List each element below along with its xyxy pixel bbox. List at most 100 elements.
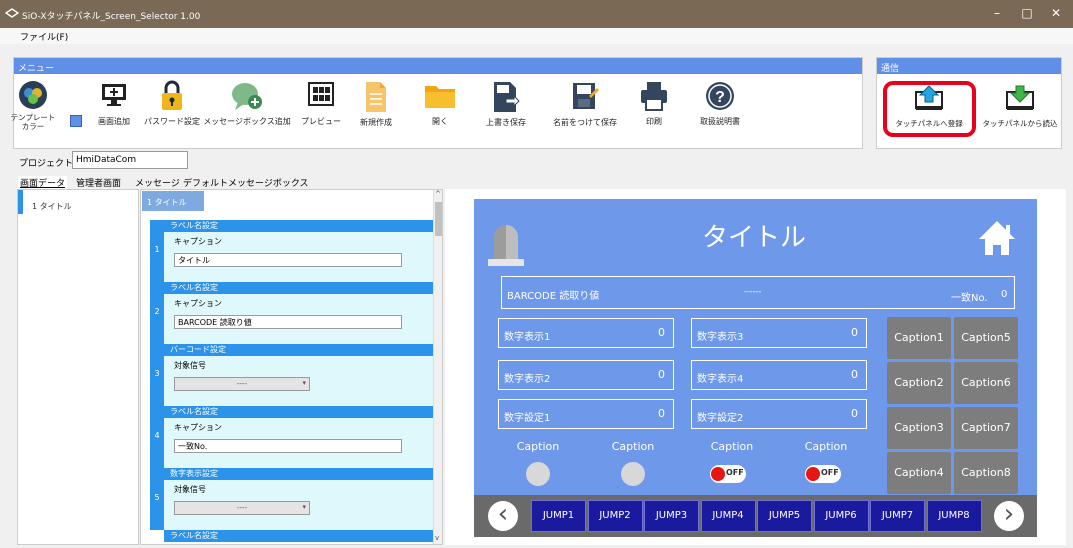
tab-admin-screen[interactable]: 管理者画面	[76, 176, 121, 189]
print-button[interactable]: 印刷	[628, 80, 680, 127]
message-add-icon	[230, 80, 264, 112]
save-as-button[interactable]: 名前をつけて保存	[548, 80, 622, 128]
jump-button-8[interactable]: JUMP8	[926, 500, 982, 532]
project-name-input[interactable]: HmiDataCom	[72, 151, 188, 169]
caption-button-3[interactable]: Caption2	[887, 362, 951, 404]
open-button[interactable]: 開く	[415, 80, 465, 127]
lamp-indicator-2	[621, 462, 645, 486]
upload-to-panel-button[interactable]: タッチパネルへ登録	[885, 84, 973, 129]
row-section-header: ラベル名設定	[164, 530, 433, 542]
row-number: 4	[150, 406, 164, 468]
folder-open-icon	[423, 80, 457, 112]
maximize-button[interactable]: □	[1012, 6, 1042, 20]
add-screen-label: 画面追加	[98, 117, 130, 126]
download-from-panel-button[interactable]: タッチパネルから読込	[975, 84, 1065, 129]
jump-button-7[interactable]: JUMP7	[870, 500, 925, 532]
caption-button-4[interactable]: Caption6	[954, 362, 1018, 404]
print-icon	[639, 80, 669, 112]
row-select[interactable]: ---- ▾	[174, 501, 310, 515]
row-select-value: ----	[236, 380, 248, 388]
number-value: 0	[851, 326, 858, 339]
new-button[interactable]: 新規作成	[346, 80, 406, 128]
scrollbar-thumb[interactable]	[435, 202, 442, 236]
jump-button-6[interactable]: JUMP6	[813, 500, 869, 532]
caption-label: Caption	[516, 440, 560, 453]
barcode-value: ------	[744, 287, 762, 296]
file-menu[interactable]: ファイル(F)	[20, 30, 68, 43]
caption-button-1[interactable]: Caption1	[887, 317, 951, 359]
preview-button[interactable]: プレビュー	[291, 80, 351, 127]
caption-button-5[interactable]: Caption3	[887, 407, 951, 449]
number-display: 数字表示1 0	[498, 318, 674, 348]
number-label: 数字設定2	[697, 413, 744, 424]
screen-list-item[interactable]: 1 タイトル	[32, 201, 72, 212]
new-file-icon	[364, 80, 388, 114]
password-button[interactable]: パスワード設定	[139, 80, 205, 127]
overwrite-save-button[interactable]: 上書き保存	[475, 80, 537, 128]
minimize-button[interactable]: –	[982, 6, 1012, 20]
title-bar: SiO-Xタッチパネル_Screen_Selector 1.00 – □ ✕	[0, 0, 1073, 28]
toggle-switch-2[interactable]: OFF	[805, 465, 841, 483]
print-label: 印刷	[646, 117, 662, 126]
jump-button-3[interactable]: JUMP3	[644, 500, 699, 532]
add-message-box-button[interactable]: メッセージボックス追加	[201, 80, 293, 127]
comm-group: 通信 タッチパネルへ登録 タッチパネルから読込	[876, 57, 1062, 149]
row-field-label: 対象信号	[174, 361, 206, 370]
scroll-up-icon[interactable]: ^	[435, 190, 441, 198]
prev-page-button[interactable]: ‹	[488, 501, 518, 531]
row-text-input[interactable]: タイトル	[174, 253, 402, 267]
template-color-swatch[interactable]	[70, 115, 82, 127]
tab-screen-data[interactable]: 画面データ	[18, 176, 68, 189]
save-as-label: 名前をつけて保存	[553, 118, 617, 127]
caption-label: Caption	[710, 440, 754, 453]
row-text-input[interactable]: BARCODE 読取り値	[174, 315, 402, 329]
template-color-label: テンプレート カラー	[10, 113, 56, 131]
row-field-label: 対象信号	[174, 485, 206, 494]
close-button[interactable]: ✕	[1041, 6, 1071, 20]
row-field-label: キャプション	[174, 423, 222, 432]
screen-list-selection-bar	[18, 190, 23, 214]
editor-row-block: 5 数字表示設定 対象信号 ---- ▾	[150, 468, 433, 530]
jump-button-4[interactable]: JUMP4	[700, 500, 756, 532]
barcode-display: BARCODE 読取り値 ------ 一致No. 0	[501, 276, 1015, 309]
jump-button-2[interactable]: JUMP2	[587, 500, 643, 532]
download-from-panel-label: タッチパネルから読込	[982, 119, 1058, 128]
tab-message[interactable]: メッセージ	[135, 176, 180, 189]
row-body: キャプション一致No.	[164, 418, 433, 468]
row-section-header: バーコード設定	[164, 344, 433, 356]
row-section-header: ラベル名設定	[164, 282, 433, 294]
toggle-switch-1[interactable]: OFF	[710, 465, 746, 483]
window-title: SiO-Xタッチパネル_Screen_Selector 1.00	[22, 12, 201, 22]
open-label: 開く	[432, 117, 448, 126]
row-text-input[interactable]: 一致No.	[174, 439, 402, 453]
row-number: 2	[150, 282, 164, 344]
caption-button-7[interactable]: Caption4	[887, 452, 951, 494]
number-label: 数字表示4	[697, 374, 744, 385]
add-screen-button[interactable]: 画面追加	[84, 80, 144, 127]
tab-default-message-box[interactable]: デフォルトメッセージボックス	[183, 176, 309, 189]
number-label: 数字設定1	[504, 413, 551, 424]
scroll-down-icon[interactable]: v	[435, 534, 439, 542]
comm-group-header: 通信	[877, 58, 1061, 74]
number-label: 数字表示2	[504, 374, 551, 385]
menu-group-header: メニュー	[14, 58, 862, 74]
editor-scrollbar[interactable]: ^ v	[433, 190, 442, 544]
jump-button-1[interactable]: JUMP1	[531, 500, 586, 532]
home-icon[interactable]	[977, 219, 1017, 257]
manual-button[interactable]: ? 取扱説明書	[689, 80, 751, 127]
template-color-button[interactable]: テンプレート カラー	[1, 80, 65, 131]
number-label: 数字表示1	[504, 332, 551, 343]
caption-button-6[interactable]: Caption7	[954, 407, 1018, 449]
jump-button-5[interactable]: JUMP5	[757, 500, 812, 532]
caption-button-8[interactable]: Caption8	[954, 452, 1018, 494]
app-icon	[5, 8, 19, 18]
toggle-switch-1-label: OFF	[726, 468, 744, 477]
manual-label: 取扱説明書	[700, 117, 740, 126]
row-select[interactable]: ---- ▾	[174, 377, 310, 391]
number-display: 数字表示4 0	[691, 360, 867, 390]
number-value: 0	[658, 368, 665, 381]
template-color-icon	[18, 80, 48, 110]
caption-button-2[interactable]: Caption5	[954, 317, 1018, 359]
next-page-button[interactable]: ›	[994, 501, 1024, 531]
lock-icon	[159, 80, 185, 112]
